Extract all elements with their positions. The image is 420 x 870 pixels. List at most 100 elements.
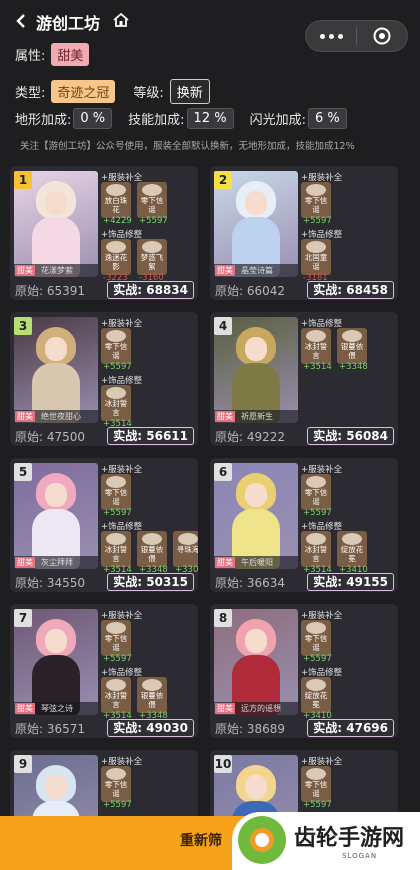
- item-icon: [142, 241, 162, 253]
- target-close-icon: [373, 27, 391, 45]
- refilter-button[interactable]: 重新筛: [180, 830, 222, 850]
- attribute-label: 属性:: [15, 49, 46, 64]
- accessory-item[interactable]: 冰封誓言: [101, 677, 131, 713]
- accessory-item[interactable]: 冰封誓言: [101, 385, 131, 421]
- outfit-name: 琴弦之诗: [41, 704, 73, 713]
- item-icon: [306, 184, 326, 196]
- score-line: 原始: 66042 实战: 68458: [210, 280, 398, 300]
- clothing-item[interactable]: 零下信谣: [101, 766, 131, 802]
- accessory-item[interactable]: 银蔓依偎: [137, 677, 167, 713]
- style-tag: 甜美: [215, 411, 235, 422]
- original-score: 原始: 65391: [15, 282, 85, 299]
- item-name: 冰封誓言: [304, 545, 328, 563]
- page-title: 游创工坊: [36, 14, 101, 33]
- close-button[interactable]: [357, 21, 407, 51]
- clothing-item[interactable]: 零下信谣: [101, 328, 131, 364]
- item-icon: [306, 241, 326, 253]
- accessory-item[interactable]: 逸迷花影: [101, 239, 131, 275]
- actual-score: 实战: 50315: [107, 573, 194, 591]
- outfit-label-bar: 甜美 远方的谣想: [214, 702, 298, 715]
- item-delta: +5597: [303, 508, 332, 518]
- type-chip[interactable]: 奇迹之冠: [51, 80, 116, 103]
- clothing-item[interactable]: 零下信谣: [101, 474, 131, 510]
- item-name: 梦惑飞絮: [140, 253, 164, 271]
- actual-value: 49155: [346, 575, 388, 589]
- clothing-item[interactable]: 零下信谣: [301, 182, 331, 218]
- outfit-label-bar: 甜美 午后暖阳: [214, 556, 298, 569]
- rank-badge: 2: [214, 171, 232, 189]
- original-score: 原始: 49222: [215, 428, 285, 445]
- item-name: 零下信谣: [104, 488, 128, 506]
- watermark-slogan: SLOGAN: [342, 852, 378, 860]
- item-name: 北国童谣: [304, 253, 328, 271]
- original-score: 原始: 38689: [215, 720, 285, 737]
- rank-badge: 3: [14, 317, 32, 335]
- clothing-item[interactable]: 零下信谣: [301, 766, 331, 802]
- accessory-item[interactable]: 银蔓依偎: [137, 531, 167, 567]
- score-line: 原始: 36634 实战: 49155: [210, 572, 398, 592]
- accessory-item[interactable]: 银蔓依偎: [337, 328, 367, 364]
- item-name: 零下信谣: [304, 634, 328, 652]
- accessory-item[interactable]: 绽放花冕: [337, 531, 367, 567]
- accessory-item[interactable]: 冰封誓言: [301, 531, 331, 567]
- more-icon: [319, 33, 343, 39]
- actual-prefix: 实战:: [113, 283, 143, 297]
- clothing-item[interactable]: 零下信谣: [301, 620, 331, 656]
- original-prefix: 原始:: [15, 284, 44, 298]
- level-label: 等级:: [133, 86, 164, 101]
- item-name: 寻珠海: [176, 545, 198, 554]
- item-delta: +5597: [303, 216, 332, 226]
- more-button[interactable]: [306, 21, 356, 51]
- type-row: 类型: 奇迹之冠 等级: 换新: [15, 79, 210, 104]
- home-icon[interactable]: [112, 11, 130, 29]
- item-name: 零下信谣: [304, 780, 328, 798]
- item-icon: [106, 476, 126, 488]
- clothing-item[interactable]: 零下信谣: [301, 474, 331, 510]
- accessory-item[interactable]: 冰封誓言: [301, 328, 331, 364]
- outfit-card[interactable]: 5 甜美 灰尘拜拜 +服装补全 零下信谣 +5597 +饰品修整 冰封誓言 +3514 银蔓依偎 +…: [10, 458, 198, 592]
- item-icon: [106, 330, 126, 342]
- item-icon: [106, 387, 126, 399]
- outfit-card[interactable]: 8 甜美 远方的谣想 +服装补全 零下信谣 +5597 +饰品修整 绽放花冕 +3410 原始: …: [210, 604, 398, 738]
- score-line: 原始: 34550 实战: 50315: [10, 572, 198, 592]
- level-chip[interactable]: 换新: [169, 79, 210, 104]
- outfit-card[interactable]: 7 甜美 琴弦之诗 +服装补全 零下信谣 +5597 +饰品修整 冰封誓言 +3514 银蔓依偎 +…: [10, 604, 198, 738]
- back-button[interactable]: [10, 10, 32, 32]
- clothing-item[interactable]: 放白珠花: [101, 182, 131, 218]
- outfit-card[interactable]: 6 甜美 午后暖阳 +服装补全 零下信谣 +5597 +饰品修整 冰封誓言 +3514 绽放花冕 +…: [210, 458, 398, 592]
- skill-value[interactable]: 12 %: [186, 108, 234, 129]
- actual-prefix: 实战:: [313, 283, 343, 297]
- original-value: 66042: [246, 284, 286, 298]
- flash-value[interactable]: 6 %: [307, 108, 347, 129]
- original-value: 47500: [46, 430, 86, 444]
- score-line: 原始: 49222 实战: 56084: [210, 426, 398, 446]
- accessory-item[interactable]: 绽放花冕: [301, 677, 331, 713]
- accessory-item[interactable]: 梦惑飞絮: [137, 239, 167, 275]
- skill-label: 技能加成:: [128, 113, 185, 128]
- accessory-item[interactable]: 寻珠海: [173, 531, 198, 567]
- item-icon: [106, 622, 126, 634]
- outfit-card[interactable]: 2 甜美 晶莹诗篇 +服装补全 零下信谣 +5597 +饰品修整 北国童谣 -3181 原始: 6…: [210, 166, 398, 300]
- outfit-card[interactable]: 4 甜美 祈愿新生 +饰品修整 冰封誓言 +3514 银蔓依偎 +3348 原始: 49222 实…: [210, 312, 398, 446]
- original-value: 38689: [246, 722, 286, 736]
- original-prefix: 原始:: [15, 576, 44, 590]
- item-icon: [306, 679, 326, 691]
- outfit-card[interactable]: 1 甜美 花漾梦萦 +服装补全 放白珠花 +4229 零下信谣 +5597 +饰品修整 逸迷花影 -…: [10, 166, 198, 300]
- terrain-value[interactable]: 0 %: [73, 108, 113, 129]
- actual-score: 实战: 56611: [107, 427, 194, 445]
- original-value: 36571: [46, 722, 86, 736]
- mini-program-capsule: [305, 20, 408, 52]
- attribute-chip[interactable]: 甜美: [51, 43, 90, 66]
- watermark-brand: 齿轮手游网: [294, 826, 405, 851]
- bonus-row: 地形加成: 0 % 技能加成: 12 % 闪光加成: 6 %: [15, 108, 347, 129]
- outfit-label-bar: 甜美 绝世夜甜心: [14, 410, 98, 423]
- item-icon: [142, 679, 162, 691]
- chevron-left-icon: [16, 14, 25, 28]
- accessory-item[interactable]: 冰封誓言: [101, 531, 131, 567]
- clothing-item[interactable]: 零下信谣: [101, 620, 131, 656]
- outfit-card[interactable]: 3 甜美 绝世夜甜心 +服装补全 零下信谣 +5597 +饰品修整 冰封誓言 +3514 原始: …: [10, 312, 198, 446]
- item-delta: +5597: [103, 654, 132, 664]
- accessory-item[interactable]: 北国童谣: [301, 239, 331, 275]
- outfit-label-bar: 甜美 花漾梦萦: [14, 264, 98, 277]
- clothing-item[interactable]: 零下信谣: [137, 182, 167, 218]
